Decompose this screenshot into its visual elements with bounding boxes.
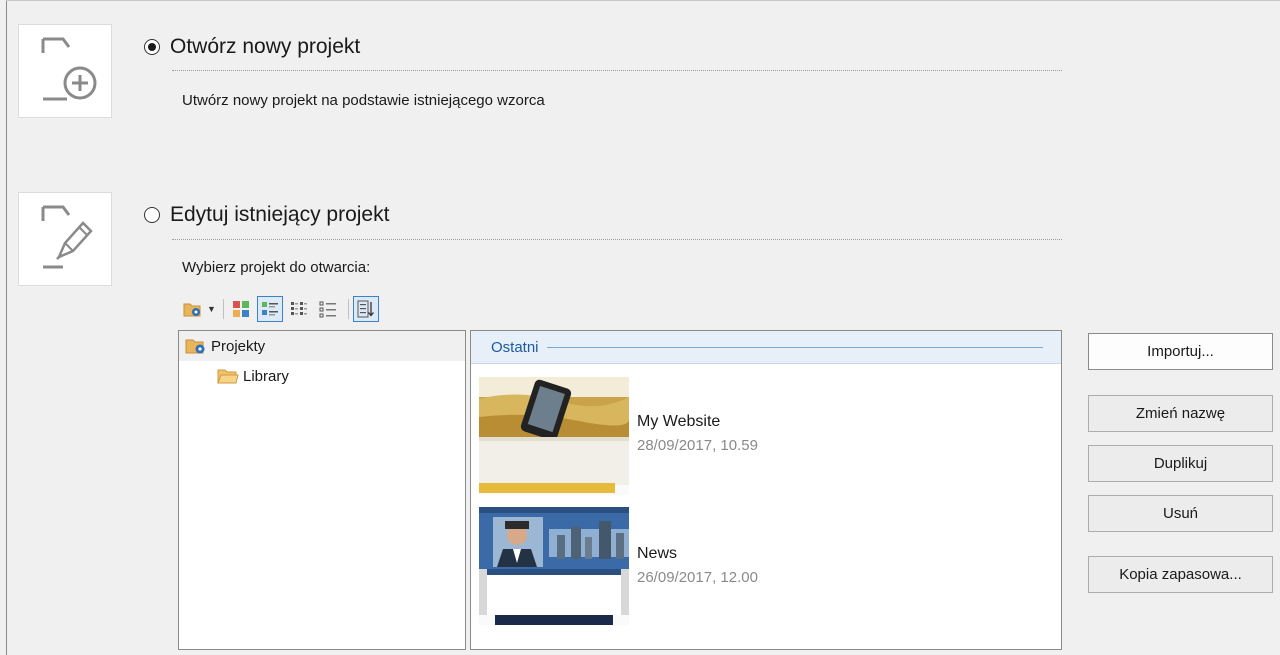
folder-settings-icon[interactable] [180,296,206,322]
duplicate-button[interactable]: Duplikuj [1088,445,1273,482]
recent-project-item[interactable]: News 26/09/2017, 12.00 [479,507,1039,629]
recent-project-item[interactable]: My Website 28/09/2017, 10.59 [479,377,1039,499]
new-project-radio[interactable] [144,39,160,55]
edit-project-label[interactable]: Edytuj istniejący projekt [170,203,389,227]
projects-folder-icon [185,339,205,354]
tiles-view-icon[interactable] [286,296,312,322]
recent-projects-panel: Ostatni My Website 28/09/2017, 10.59 New… [470,330,1062,650]
project-thumbnail[interactable] [479,507,629,625]
new-project-description: Utwórz nowy projekt na podstawie istniej… [182,92,545,109]
toolbar-separator [347,299,349,319]
details-view-icon[interactable] [256,296,283,322]
edit-project-radio[interactable] [144,207,160,223]
recent-header: Ostatni [471,331,1061,364]
project-tree[interactable]: Projekty Library [178,330,466,650]
edit-project-option[interactable]: Edytuj istniejący projekt [144,203,389,227]
window-border-left [6,0,7,655]
tree-item-label: Projekty [211,337,266,355]
project-name: News [637,545,678,562]
list-view-icon[interactable] [315,296,341,322]
new-project-icon[interactable] [18,24,112,118]
edit-project-icon[interactable] [18,192,112,286]
sort-icon[interactable] [352,296,379,322]
new-project-label[interactable]: Otwórz nowy projekt [170,35,360,59]
tree-item-library[interactable]: Library [179,361,465,391]
window-border-top [6,0,1280,1]
separator [172,70,1062,71]
project-name: My Website [637,413,721,430]
tree-item-projects[interactable]: Projekty [179,331,465,361]
header-line [546,346,1043,348]
project-date: 26/09/2017, 12.00 [637,569,758,586]
project-thumbnail[interactable] [479,377,629,495]
backup-button[interactable]: Kopia zapasowa... [1088,556,1273,593]
chevron-down-icon[interactable]: ▼ [207,304,216,314]
view-toolbar: ▼ [180,293,382,325]
toolbar-separator [222,299,224,319]
rename-button[interactable]: Zmień nazwę [1088,395,1273,432]
separator [172,239,1062,240]
folder-icon [217,369,239,384]
import-button[interactable]: Importuj... [1088,333,1273,370]
choose-project-prompt: Wybierz projekt do otwarcia: [182,259,371,276]
project-date: 28/09/2017, 10.59 [637,437,758,454]
large-icons-view-icon[interactable] [228,296,254,322]
delete-button[interactable]: Usuń [1088,495,1273,532]
recent-header-label: Ostatni [491,338,539,356]
tree-item-label: Library [243,367,289,385]
new-project-option[interactable]: Otwórz nowy projekt [144,35,360,59]
